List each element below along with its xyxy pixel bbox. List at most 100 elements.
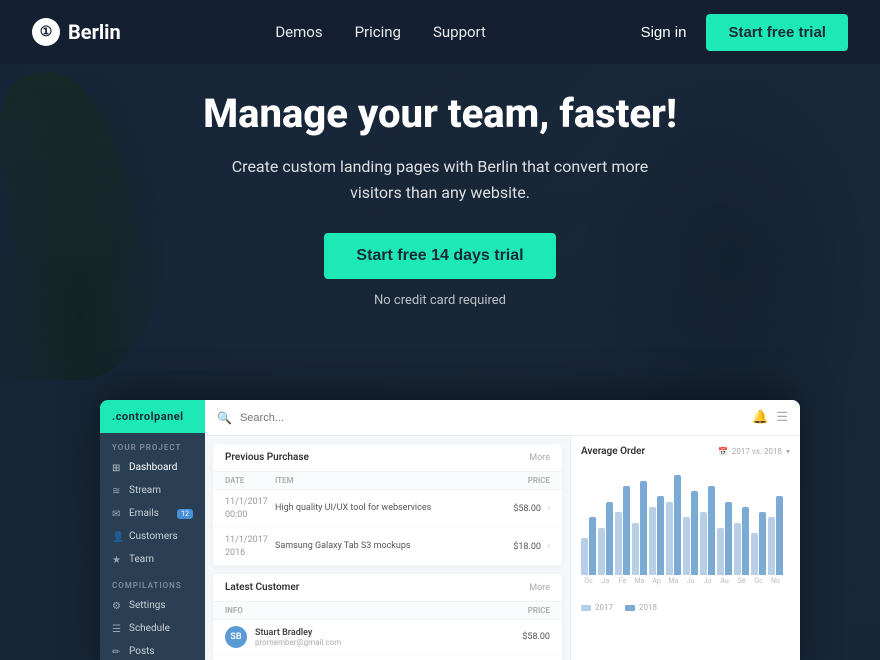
navbar: ① Berlin Demos Pricing Support Sign in S… [0,0,880,64]
customer-more[interactable]: More [529,583,550,593]
menu-icon[interactable]: ☰ [776,410,788,425]
dashboard-icon: ⊞ [112,463,122,473]
col-info-header: INFO [225,606,505,615]
nav-links: Demos Pricing Support [275,23,486,41]
chart-legend: 📅 2017 vs. 2018 ▾ [718,447,790,456]
logo: ① Berlin [32,18,121,46]
sidebar-label-emails: Emails [129,508,159,519]
legend-2017: 2017 [581,603,613,612]
chart-legend-items: 2017 2018 [581,603,790,612]
customer-section: Latest Customer More INFO PRICE SB Stuar… [213,574,562,660]
dashboard-preview: .controlpanel YOUR PROJECT ⊞ Dashboard ≋… [100,400,800,660]
notification-icon[interactable]: 🔔 [752,410,768,425]
hero-section: ① Berlin Demos Pricing Support Sign in S… [0,0,880,660]
bar-2017 [700,512,707,575]
bar-group [649,496,664,575]
x-label: Ma [666,577,681,585]
purchase-table-header: DATE ITEM PRICE [213,472,562,490]
calendar-icon: 📅 [718,447,728,456]
x-label: Se [734,577,749,585]
row-arrow-icon: › [547,503,550,514]
x-label: Ju [683,577,698,585]
x-label: Ma [632,577,647,585]
bar-2017 [649,507,656,575]
team-icon: ★ [112,555,122,565]
no-credit-card-note: No credit card required [374,293,506,308]
hero-cta-button[interactable]: Start free 14 days trial [324,233,555,279]
bar-2017 [683,517,690,575]
customer-name: Stuart Bradley [255,628,514,638]
table-row: 11/1/20172016 Samsung Galaxy Tab S3 mock… [213,528,562,566]
logo-icon: ① [32,18,60,46]
bar-2017 [717,528,724,575]
x-label: Fe [615,577,630,585]
posts-icon: ✏ [112,647,122,657]
sidebar-item-customers[interactable]: 👤 Customers [100,525,205,548]
legend-2018-color [625,605,635,611]
bar-2017 [632,523,639,576]
x-label: Ja [598,577,613,585]
bar-group [734,507,749,575]
x-label: Au [717,577,732,585]
nav-pricing[interactable]: Pricing [355,23,401,41]
legend-2018-label: 2018 [639,603,657,612]
bar-2018 [725,502,732,576]
sidebar-item-settings[interactable]: ⚙ Settings [100,594,205,617]
chart-legend-text: 2017 vs. 2018 [732,447,782,456]
bar-group [581,517,596,575]
bar-2018 [691,491,698,575]
bar-2018 [589,517,596,575]
search-input[interactable] [240,412,744,424]
sidebar-item-schedule[interactable]: ☰ Schedule [100,617,205,640]
bar-2017 [734,523,741,576]
schedule-icon: ☰ [112,624,122,634]
customer-table-header: INFO PRICE [213,602,562,620]
bar-2018 [674,475,681,575]
nav-support[interactable]: Support [433,23,486,41]
hero-content: Manage your team, faster! Create custom … [0,90,880,308]
bar-group [700,486,715,575]
sidebar-label-schedule: Schedule [129,623,170,634]
chevron-down-icon[interactable]: ▾ [786,447,790,456]
bar-2018 [640,481,647,576]
bar-group [717,502,732,576]
chart-title: Average Order [581,446,645,457]
sidebar-item-emails[interactable]: ✉ Emails 12 [100,502,205,525]
row1-date: 11/1/201700:00 [225,496,275,521]
purchase-more[interactable]: More [529,453,550,463]
bar-2017 [666,502,673,576]
bar-2018 [623,486,630,575]
customer-title: Latest Customer [225,582,299,593]
x-label: Oc [751,577,766,585]
sidebar-label-customers: Customers [129,531,178,542]
x-label: No [768,577,783,585]
bar-2018 [606,502,613,576]
bar-2017 [615,512,622,575]
signin-button[interactable]: Sign in [641,24,687,41]
bar-2017 [581,538,588,575]
emails-badge: 12 [177,509,193,519]
col-date-header: DATE [225,476,275,485]
bar-group [683,491,698,575]
sidebar-label-dashboard: Dashboard [129,462,177,473]
chart-header: Average Order 📅 2017 vs. 2018 ▾ [581,446,790,457]
sidebar-brand: .controlpanel [100,400,205,433]
dashboard-content: Previous Purchase More DATE ITEM PRICE 1… [205,436,800,660]
list-item: ND Nina Dorn $58.00 [213,655,562,660]
purchase-title: Previous Purchase [225,452,309,463]
trial-button[interactable]: Start free trial [706,14,848,51]
sidebar-item-dashboard[interactable]: ⊞ Dashboard [100,456,205,479]
customer-info: Stuart Bradley promember@gmail.com [255,628,514,647]
sidebar: .controlpanel YOUR PROJECT ⊞ Dashboard ≋… [100,400,205,660]
bar-2018 [657,496,664,575]
nav-demos[interactable]: Demos [275,23,322,41]
sidebar-item-stream[interactable]: ≋ Stream [100,479,205,502]
bar-group [666,475,681,575]
col-price-header: PRICE [505,476,550,485]
sidebar-item-team[interactable]: ★ Team [100,548,205,571]
row2-price: $18.00 [496,542,541,552]
bar-2018 [708,486,715,575]
sidebar-item-posts[interactable]: ✏ Posts [100,640,205,660]
sidebar-label-settings: Settings [129,600,166,611]
purchase-section: Previous Purchase More DATE ITEM PRICE 1… [213,444,562,566]
